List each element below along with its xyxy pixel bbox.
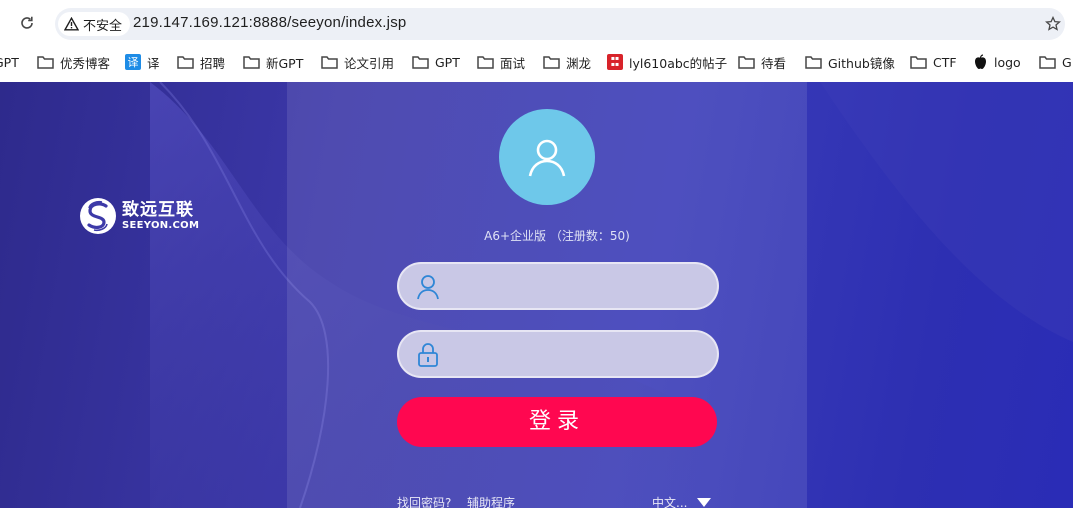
bookmark-item[interactable]: 新GPT <box>243 51 303 73</box>
bookmark-label: lyl610abc的帖子 <box>629 55 728 71</box>
lock-icon <box>415 342 441 368</box>
bookmark-item[interactable]: 论文引用 <box>321 51 394 73</box>
bookmark-item[interactable]: 面试 <box>477 51 525 73</box>
folder-icon <box>543 56 560 69</box>
security-label: 不安全 <box>83 18 123 34</box>
bookmark-label: 论文引用 <box>344 55 395 71</box>
bookmark-item[interactable]: 渊龙 <box>543 51 591 73</box>
apple-icon <box>975 54 986 69</box>
bookmark-star-button[interactable] <box>1043 14 1063 34</box>
bookmark-label: Github镜像 <box>828 55 895 71</box>
folder-icon <box>1039 56 1056 69</box>
reload-icon <box>21 16 33 29</box>
bookmark-label: 新GPT <box>266 55 304 71</box>
bookmark-item[interactable]: Github镜像 <box>805 51 895 73</box>
url-text[interactable]: 219.147.169.121:8888/seeyon/index.jsp <box>133 14 406 31</box>
browser-chrome: 不安全 219.147.169.121:8888/seeyon/index.js… <box>0 0 1073 83</box>
brand-name-en: SEEYON.COM <box>122 219 200 231</box>
bookmarks-bar: GPT 优秀博客 译 译 招聘 新GPT 论文引用 GPT 面试 <box>0 48 1073 76</box>
language-label: 中文... <box>652 496 688 508</box>
bookmark-item[interactable]: 译 译 <box>125 51 160 73</box>
browser-toolbar: 不安全 219.147.169.121:8888/seeyon/index.js… <box>0 0 1073 44</box>
bookmark-item[interactable]: G <box>1039 51 1072 73</box>
language-select[interactable]: 中文... <box>652 494 712 508</box>
bookmark-label: 优秀博客 <box>60 55 111 71</box>
bookmark-item[interactable]: 招聘 <box>177 51 225 73</box>
bookmark-label: GPT <box>0 54 19 70</box>
password-field[interactable] <box>397 330 719 378</box>
bookmark-label: 渊龙 <box>566 55 592 71</box>
login-footer-links: 找回密码? 辅助程序 中文... <box>397 494 717 508</box>
bookmark-item[interactable]: logo <box>973 51 1021 73</box>
username-input[interactable] <box>451 270 705 304</box>
folder-icon <box>738 56 755 69</box>
bookmark-label: 面试 <box>500 55 526 71</box>
bookmark-item[interactable]: 优秀博客 <box>37 51 110 73</box>
warning-icon <box>64 17 79 31</box>
bookmark-item[interactable]: GPT <box>0 51 19 73</box>
security-chip[interactable]: 不安全 <box>58 12 131 36</box>
password-input[interactable] <box>451 338 705 372</box>
brand-logo: 致远互联 SEEYON.COM <box>78 194 199 238</box>
bookmark-label: CTF <box>933 54 957 70</box>
folder-icon <box>177 56 194 69</box>
edition-label: A6+企业版 （注册数：50) <box>484 229 630 243</box>
folder-icon <box>321 56 338 69</box>
folder-icon <box>477 56 494 69</box>
avatar <box>499 109 595 205</box>
bookmark-item[interactable]: ▪▪ ▪▪ lyl610abc的帖子 <box>607 51 727 73</box>
dropdown-arrow-icon <box>697 497 712 507</box>
bookmark-item[interactable]: GPT <box>412 51 460 73</box>
bookmark-label: 招聘 <box>200 55 226 71</box>
bookmark-label: G <box>1062 54 1072 70</box>
folder-icon <box>243 56 260 69</box>
user-icon <box>528 139 566 177</box>
login-page: 致远互联 SEEYON.COM A6+企业版 （注册数：50) 登录 找回密码?… <box>0 82 1073 508</box>
seeyon-logo-icon <box>80 198 116 234</box>
helper-program-link[interactable]: 辅助程序 <box>467 494 515 508</box>
bookmark-label: GPT <box>435 54 460 70</box>
seal-icon: ▪▪ ▪▪ <box>607 54 623 70</box>
reload-button[interactable] <box>16 12 38 34</box>
find-password-link[interactable]: 找回密码? <box>397 494 451 508</box>
bookmark-item[interactable]: CTF <box>910 51 957 73</box>
username-field[interactable] <box>397 262 719 310</box>
user-icon <box>415 274 441 300</box>
star-icon <box>1045 16 1061 31</box>
bookmark-label: logo <box>994 54 1021 70</box>
folder-icon <box>37 56 54 69</box>
bookmark-label: 译 <box>147 55 160 71</box>
folder-icon <box>412 56 429 69</box>
login-button[interactable]: 登录 <box>397 397 717 447</box>
brand-name-cn: 致远互联 <box>122 199 194 220</box>
folder-icon <box>910 56 927 69</box>
bookmark-label: 待看 <box>761 55 787 71</box>
bookmark-item[interactable]: 待看 <box>738 51 786 73</box>
translate-icon: 译 <box>125 54 141 70</box>
folder-icon <box>805 56 822 69</box>
address-bar[interactable]: 不安全 219.147.169.121:8888/seeyon/index.js… <box>55 8 1065 40</box>
